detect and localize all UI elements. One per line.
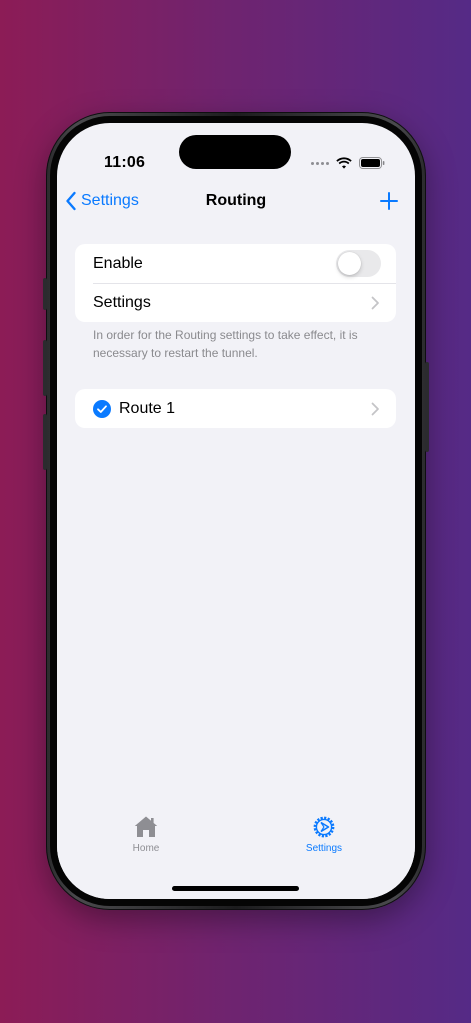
enable-label: Enable [93, 254, 143, 272]
toggle-knob [338, 252, 361, 275]
volume-down-button [43, 414, 47, 470]
action-button [43, 278, 47, 310]
navigation-bar: Settings Routing [57, 179, 415, 223]
dynamic-island [179, 135, 291, 169]
battery-icon [359, 157, 385, 169]
checkmark-circle-icon [93, 399, 111, 418]
settings-label: Settings [93, 293, 151, 311]
chevron-right-icon [371, 296, 379, 309]
status-icons [311, 157, 385, 169]
home-indicator [172, 886, 299, 891]
settings-row[interactable]: Settings [75, 283, 396, 322]
enable-toggle[interactable] [336, 250, 381, 277]
wifi-icon [336, 157, 352, 169]
power-button [425, 362, 429, 452]
route-row[interactable]: Route 1 [75, 389, 396, 428]
routing-settings-group: Enable Settings [75, 244, 396, 322]
status-time: 11:06 [104, 154, 146, 171]
back-button-label: Settings [81, 192, 139, 209]
tab-home-label: Home [132, 843, 160, 854]
restart-footnote: In order for the Routing settings to tak… [93, 328, 358, 360]
back-button[interactable]: Settings [65, 179, 139, 223]
tab-home[interactable]: Home [106, 815, 186, 854]
volume-up-button [43, 340, 47, 396]
chevron-right-icon [371, 402, 379, 415]
gear-icon [313, 816, 335, 838]
tab-bar: Home Settings [57, 809, 415, 899]
chevron-left-icon [66, 191, 76, 211]
enable-row: Enable [75, 244, 396, 283]
screen: 11:06 Settings Routing Enable Settings I… [57, 123, 415, 899]
add-route-button[interactable] [377, 189, 401, 213]
tab-settings-label: Settings [305, 843, 343, 854]
house-icon [134, 816, 158, 837]
phone-frame: 11:06 Settings Routing Enable Settings I… [43, 112, 429, 910]
route-name: Route 1 [119, 399, 176, 417]
cellular-signal-icon [311, 161, 329, 165]
routes-group: Route 1 [75, 389, 396, 428]
tab-settings[interactable]: Settings [284, 815, 364, 854]
